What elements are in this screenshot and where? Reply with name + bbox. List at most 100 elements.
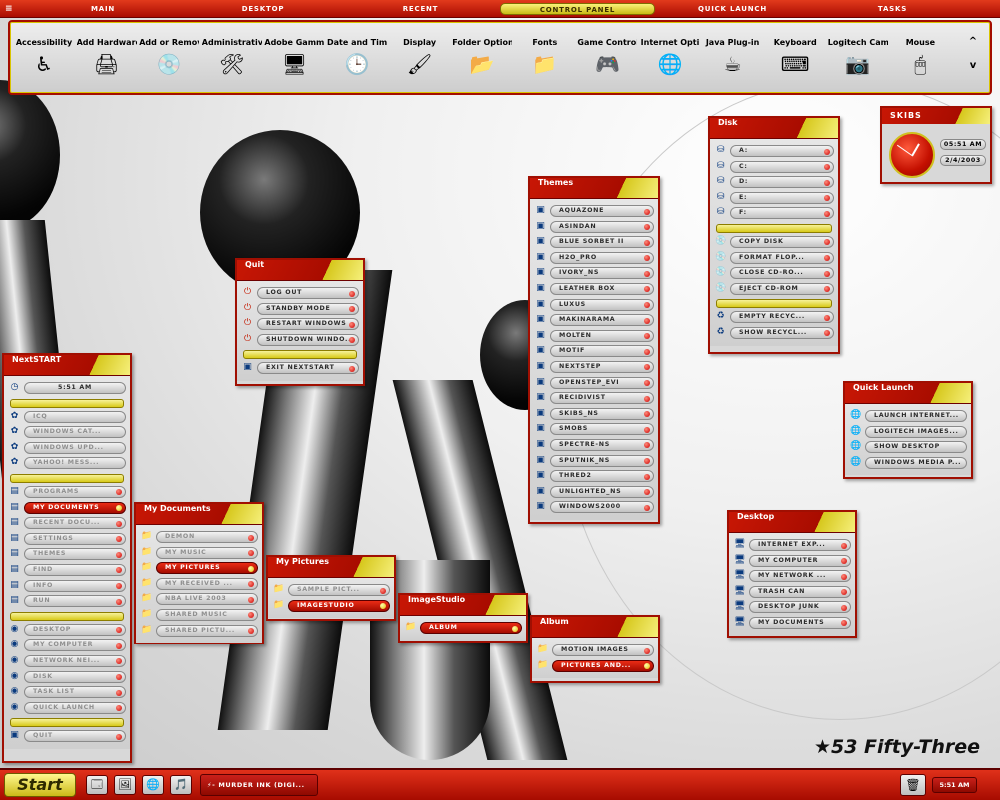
theme-item-smobs[interactable]: ▣ SMOBS	[534, 422, 654, 438]
theme-item-luxus[interactable]: ▣ LUXUS	[534, 298, 654, 314]
disk-action-copy-disk[interactable]: 💿 COPY DISK	[714, 235, 834, 251]
quick-launch-item-launch-internet[interactable]: 🌐 LAUNCH INTERNET...	[849, 409, 967, 425]
mypics-item-imagestudio[interactable]: 📁 IMAGESTUDIO	[272, 599, 390, 615]
theme-item-h2o-pro[interactable]: ▣ H2O_PRO	[534, 251, 654, 267]
nextstart-item-find[interactable]: ▤ FIND	[8, 563, 126, 579]
nextstart-item-info[interactable]: ▤ INFO	[8, 579, 126, 595]
theme-item-motif[interactable]: ▣ MOTIF	[534, 344, 654, 360]
nextstart-item-windows-cat[interactable]: ✿ WINDOWS CAT...	[8, 425, 126, 441]
nextstart-item-recent-docu[interactable]: ▤ RECENT DOCU...	[8, 516, 126, 532]
disk-action-eject-cd-rom[interactable]: 💿 EJECT CD-ROM	[714, 282, 834, 298]
tab-desktop[interactable]: DESKTOP	[178, 3, 348, 15]
album-item-motion-images[interactable]: 📁 MOTION IMAGES	[536, 643, 654, 659]
taskbar-window-button[interactable]: ⚡- MURDER INK (DIGI...	[200, 774, 318, 796]
theme-item-asindan[interactable]: ▣ ASINDAN	[534, 220, 654, 236]
control-panel-item-game-controll[interactable]: Game Controll 🎮	[577, 22, 637, 94]
control-panel-item-keyboard[interactable]: Keyboard ⌨	[765, 22, 825, 94]
nextstart-item-task-list[interactable]: ◉ TASK LIST	[8, 685, 126, 701]
nextstart-item-disk[interactable]: ◉ DISK	[8, 670, 126, 686]
scroll-up-icon[interactable]: ^	[965, 36, 981, 47]
scroll-down-icon[interactable]: v	[965, 60, 981, 71]
mydocs-item-my-pictures[interactable]: 📁 MY PICTURES	[140, 561, 258, 577]
theme-item-blue-sorbet-ii[interactable]: ▣ BLUE SORBET II	[534, 235, 654, 251]
tab-recent[interactable]: RECENT	[348, 3, 493, 15]
mypics-item-sample-pict[interactable]: 📁 SAMPLE PICT...	[272, 583, 390, 599]
nextstart-item-desktop[interactable]: ◉ DESKTOP	[8, 623, 126, 639]
tab-quick-launch[interactable]: QUICK LAUNCH	[660, 3, 805, 15]
theme-item-thred2[interactable]: ▣ THRED2	[534, 469, 654, 485]
drive-item-f[interactable]: ⛁ F:	[714, 206, 834, 222]
quicklaunch-desktop-icon[interactable]: 🗔	[86, 775, 108, 795]
theme-item-windows2000[interactable]: ▣ WINDOWS2000	[534, 500, 654, 516]
nextstart-item-my-computer[interactable]: ◉ MY COMPUTER	[8, 638, 126, 654]
control-panel-item-add-hardware[interactable]: Add Hardware 🖨	[77, 22, 137, 94]
theme-item-openstep-evi[interactable]: ▣ OPENSTEP_EVI	[534, 376, 654, 392]
control-panel-item-adobe-gamma[interactable]: Adobe Gamma 🖥	[264, 22, 324, 94]
nextstart-item-windows-upd[interactable]: ✿ WINDOWS UPD...	[8, 441, 126, 457]
theme-item-spectre-ns[interactable]: ▣ SPECTRE-NS	[534, 438, 654, 454]
desktop-item-my-documents[interactable]: 🖥 MY DOCUMENTS	[733, 616, 851, 632]
theme-item-skibs-ns[interactable]: ▣ SKIBS_NS	[534, 407, 654, 423]
nextstart-item-settings[interactable]: ▤ SETTINGS	[8, 532, 126, 548]
control-panel-item-add-or-remov[interactable]: Add or Remov 💿	[139, 22, 199, 94]
nextstart-item-run[interactable]: ▤ RUN	[8, 594, 126, 610]
theme-item-makinarama[interactable]: ▣ MAKINARAMA	[534, 313, 654, 329]
nextstart-item-themes[interactable]: ▤ THEMES	[8, 547, 126, 563]
menu-icon[interactable]: ≡	[5, 3, 23, 15]
recycle-action-empty-recyc[interactable]: ♻ EMPTY RECYC...	[714, 310, 834, 326]
theme-item-molten[interactable]: ▣ MOLTEN	[534, 329, 654, 345]
quick-launch-item-windows-media-p[interactable]: 🌐 WINDOWS MEDIA P...	[849, 456, 967, 472]
disk-action-close-cd-ro[interactable]: 💿 CLOSE CD-RO...	[714, 266, 834, 282]
nextstart-item-quick-launch[interactable]: ◉ QUICK LAUNCH	[8, 701, 126, 717]
theme-item-ivory-ns[interactable]: ▣ IVORY_NS	[534, 266, 654, 282]
recycle-bin-tray-icon[interactable]: 🗑	[900, 774, 926, 796]
mydocs-item-nba-live-2003[interactable]: 📁 NBA LIVE 2003	[140, 592, 258, 608]
tab-control-panel[interactable]: CONTROL PANEL	[500, 3, 655, 15]
mydocs-item-shared-music[interactable]: 📁 SHARED MUSIC	[140, 608, 258, 624]
drive-item-d[interactable]: ⛁ D:	[714, 175, 834, 191]
drive-item-a[interactable]: ⛁ A:	[714, 144, 834, 160]
quit-item-restart-windows[interactable]: ⏻ RESTART WINDOWS	[241, 317, 359, 333]
album-item-pictures-and[interactable]: 📁 PICTURES AND...	[536, 659, 654, 675]
nextstart-item-programs[interactable]: ▤ PROGRAMS	[8, 485, 126, 501]
mydocs-item-my-music[interactable]: 📁 MY MUSIC	[140, 546, 258, 562]
start-button[interactable]: Start	[4, 773, 76, 797]
nextstart-item-quit[interactable]: ▣ QUIT	[8, 729, 126, 745]
mydocs-item-demon[interactable]: 📁 DEMON	[140, 530, 258, 546]
mydocs-item-shared-pictu[interactable]: 📁 SHARED PICTU...	[140, 624, 258, 640]
desktop-item-my-network[interactable]: 🖥 MY NETWORK ...	[733, 569, 851, 585]
theme-item-unlighted-ns[interactable]: ▣ UNLIGHTED_NS	[534, 485, 654, 501]
drive-item-e[interactable]: ⛁ E:	[714, 191, 834, 207]
nextstart-item-icq[interactable]: ✿ ICQ	[8, 410, 126, 426]
desktop-item-desktop-junk[interactable]: 🖥 DESKTOP JUNK	[733, 600, 851, 616]
drive-item-c[interactable]: ⛁ C:	[714, 160, 834, 176]
mydocs-item-my-received[interactable]: 📁 MY RECEIVED ...	[140, 577, 258, 593]
quicklaunch-internet-explorer-icon[interactable]: 🌐	[142, 775, 164, 795]
theme-item-leather-box[interactable]: ▣ LEATHER BOX	[534, 282, 654, 298]
quit-item-shutdown-windo[interactable]: ⏻ SHUTDOWN WINDO...	[241, 333, 359, 349]
desktop-item-my-computer[interactable]: 🖥 MY COMPUTER	[733, 554, 851, 570]
theme-item-aquazone[interactable]: ▣ AQUAZONE	[534, 204, 654, 220]
quick-launch-item-logitech-images[interactable]: 🌐 LOGITECH IMAGES...	[849, 425, 967, 441]
quicklaunch-media-player-icon[interactable]: 🎵	[170, 775, 192, 795]
control-panel-item-display[interactable]: Display 🖌	[390, 22, 450, 94]
nextstart-item-my-documents[interactable]: ▤ MY DOCUMENTS	[8, 501, 126, 517]
control-panel-item-java-plug-in[interactable]: Java Plug-in ☕	[703, 22, 763, 94]
desktop-item-internet-exp[interactable]: 🖥 INTERNET EXP...	[733, 538, 851, 554]
recycle-action-show-recycl[interactable]: ♻ SHOW RECYCL...	[714, 326, 834, 342]
imagestudio-item-album[interactable]: 📁 ALBUM	[404, 621, 522, 637]
theme-item-sputnik-ns[interactable]: ▣ SPUTNIK_NS	[534, 454, 654, 470]
control-panel-item-accessibility[interactable]: Accessibility ♿	[14, 22, 74, 94]
quicklaunch-imagestudio-icon[interactable]: 🖼	[114, 775, 136, 795]
theme-item-nextstep[interactable]: ▣ NEXTSTEP	[534, 360, 654, 376]
desktop-item-trash-can[interactable]: 🖥 TRASH CAN	[733, 585, 851, 601]
control-panel-item-date-and-time[interactable]: Date and Time 🕒	[327, 22, 387, 94]
control-panel-item-mouse[interactable]: Mouse 🖱	[890, 22, 950, 94]
quit-item-standby-mode[interactable]: ⏻ STANDBY MODE	[241, 302, 359, 318]
quit-item-exit-nextstart[interactable]: ▣ EXIT NEXTSTART	[241, 361, 359, 377]
control-panel-item-fonts[interactable]: Fonts 📁	[515, 22, 575, 94]
theme-item-recidivist[interactable]: ▣ RECIDIVIST	[534, 391, 654, 407]
tab-tasks[interactable]: TASKS	[805, 3, 980, 15]
control-panel-item-internet-opti[interactable]: Internet Opti 🌐	[640, 22, 700, 94]
disk-action-format-flop[interactable]: 💿 FORMAT FLOP...	[714, 251, 834, 267]
